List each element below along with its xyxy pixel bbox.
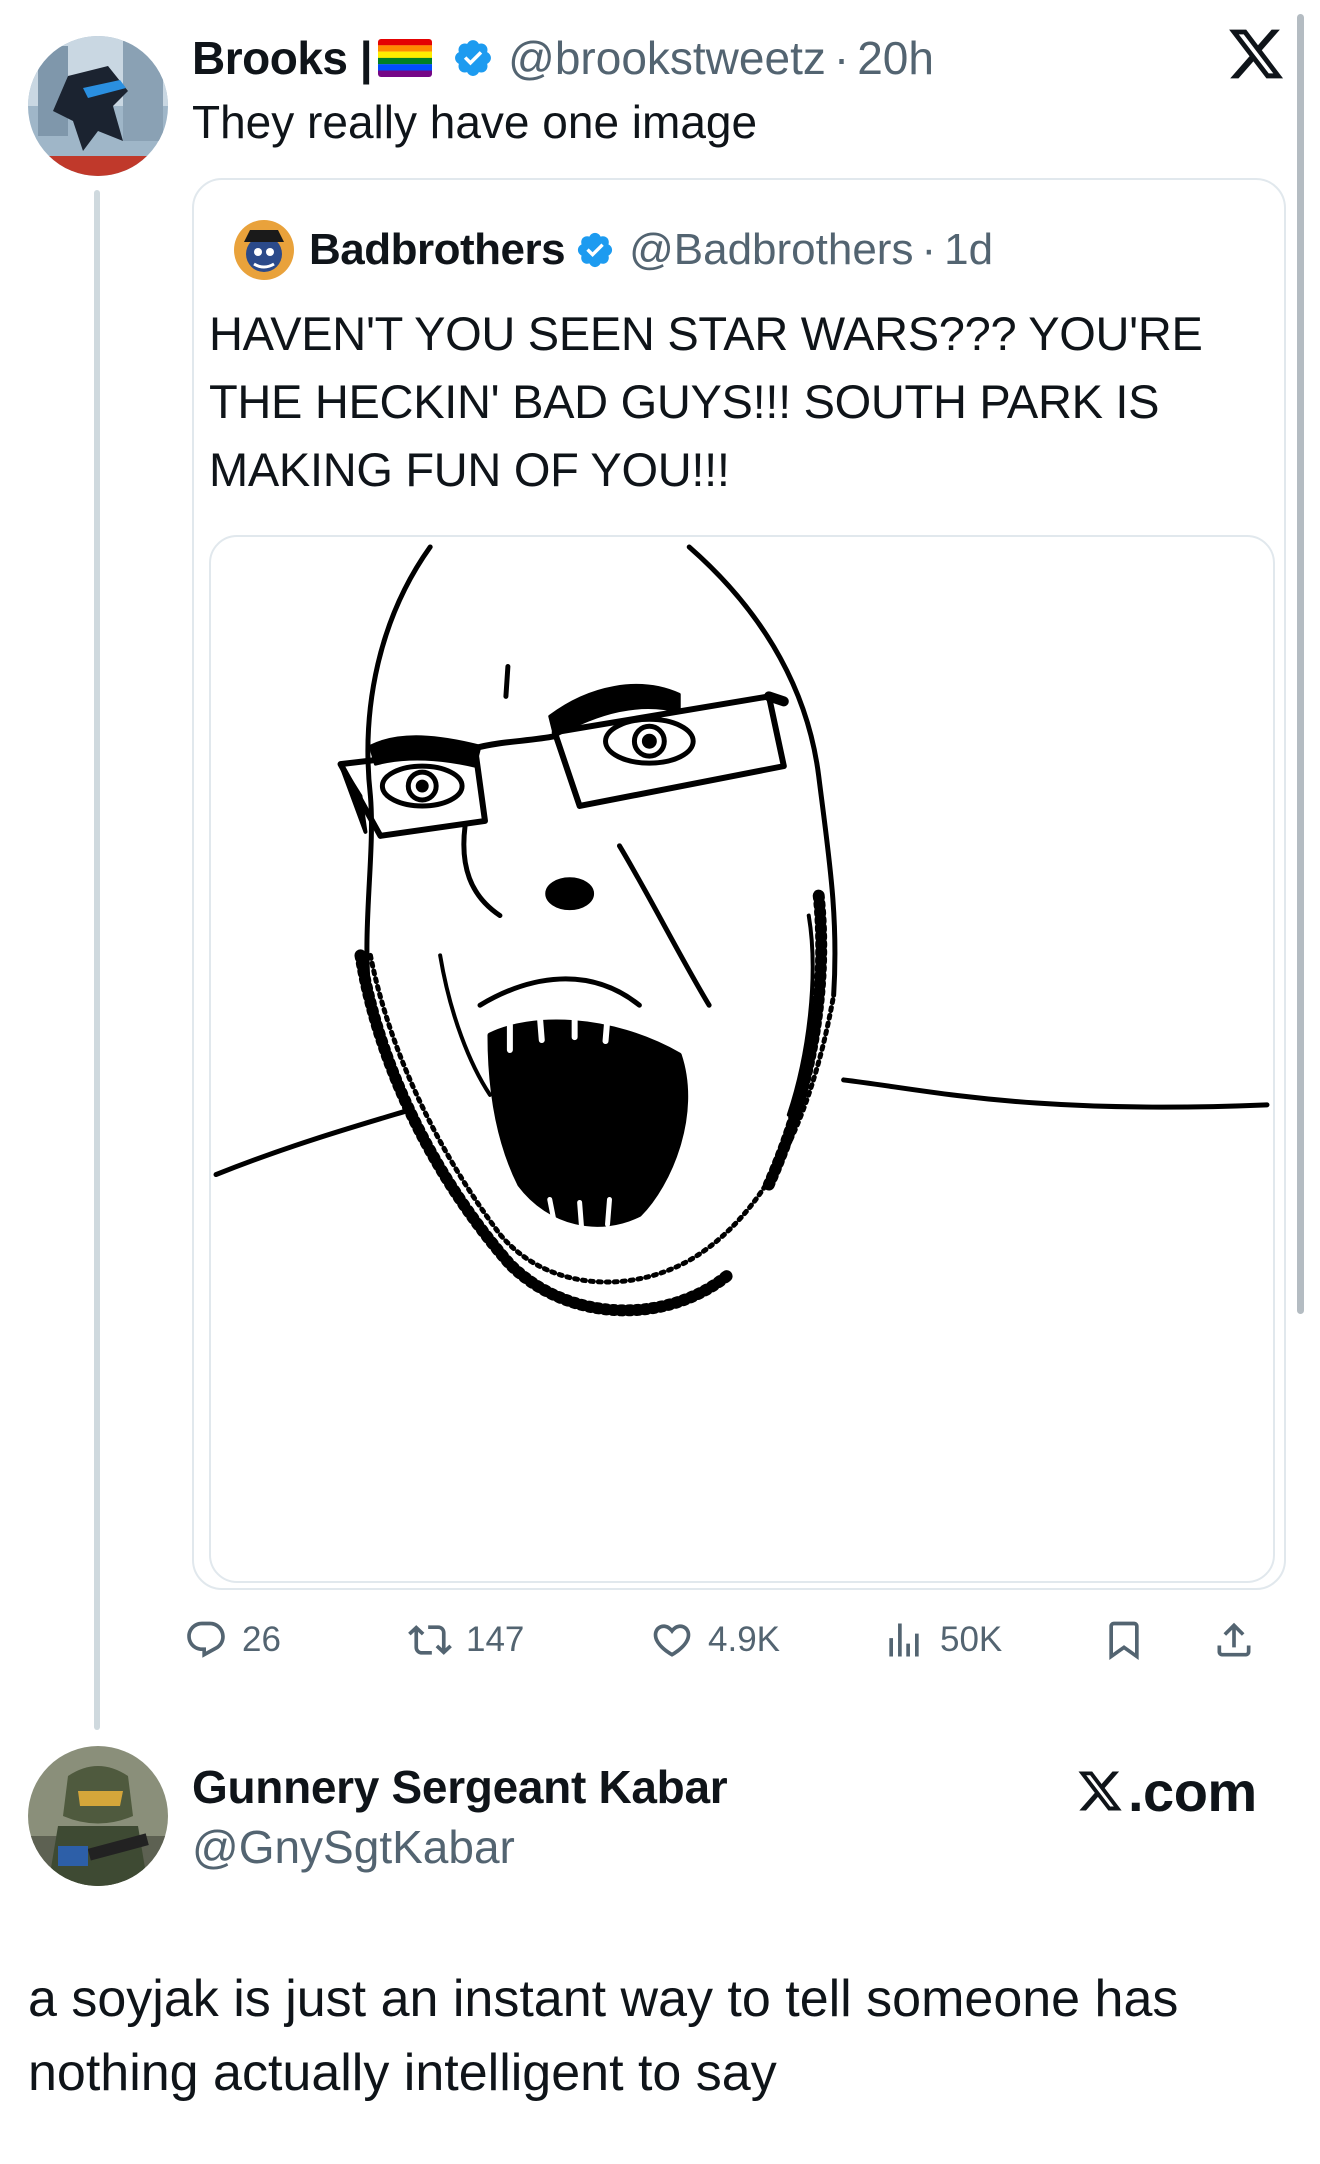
- repost-button[interactable]: 147: [408, 1608, 524, 1672]
- soyjak-meme-image[interactable]: [209, 535, 1275, 1583]
- rainbow-flag-icon: [378, 39, 433, 77]
- x-logo-icon: [1226, 24, 1286, 84]
- scrollbar[interactable]: [1297, 14, 1304, 1314]
- verified-badge-icon: [575, 230, 615, 270]
- tweet1-dot: ·: [833, 32, 850, 84]
- views-count: 50K: [940, 1620, 1003, 1659]
- share-icon: [1212, 1618, 1256, 1662]
- views-icon: [882, 1618, 926, 1662]
- bookmark-icon: [1102, 1618, 1146, 1662]
- views-button[interactable]: 50K: [882, 1608, 1002, 1672]
- tweet2-handle[interactable]: @GnySgtKabar: [192, 1820, 515, 1874]
- x-com-watermark: .com: [1076, 1756, 1257, 1826]
- thread-line: [94, 190, 100, 1730]
- quote-dot: ·: [921, 225, 937, 274]
- like-count: 4.9K: [708, 1620, 780, 1659]
- x-logo-icon: [1076, 1767, 1124, 1815]
- tweet1-header: Brooks | @brookstweetz · 20h: [192, 30, 934, 86]
- quote-header: Badbrothers @Badbrothers · 1d: [309, 222, 993, 278]
- badbrothers-avatar[interactable]: [234, 220, 294, 280]
- heart-icon: [650, 1618, 694, 1662]
- quote-author-name[interactable]: Badbrothers: [309, 225, 566, 275]
- x-com-label: .com: [1128, 1759, 1257, 1823]
- reply-count: 26: [242, 1620, 281, 1659]
- tweet1-handle[interactable]: @brookstweetz: [508, 31, 826, 85]
- tweet1-text: They really have one image: [192, 96, 758, 148]
- tweet2-text: a soyjak is just an instant way to tell …: [28, 1970, 1179, 2102]
- reply-button[interactable]: 26: [184, 1608, 281, 1672]
- quote-handle[interactable]: @Badbrothers: [629, 225, 913, 275]
- share-button[interactable]: [1212, 1608, 1270, 1672]
- tweet2-author-name[interactable]: Gunnery Sergeant Kabar: [192, 1760, 728, 1814]
- repost-icon: [408, 1618, 452, 1662]
- bookmark-button[interactable]: [1102, 1608, 1160, 1672]
- reply-icon: [184, 1618, 228, 1662]
- tweet1-action-bar: 26 147 4.9K 50K: [187, 1608, 1292, 1672]
- like-button[interactable]: 4.9K: [650, 1608, 780, 1672]
- tweet1-time[interactable]: 20h: [857, 31, 934, 85]
- quote-time[interactable]: 1d: [944, 225, 993, 275]
- quote-text: HAVEN'T YOU SEEN STAR WARS??? YOU'RE THE…: [209, 307, 1203, 496]
- tweet1-author-name[interactable]: Brooks |: [192, 31, 373, 85]
- verified-badge-icon: [452, 37, 494, 79]
- brooks-avatar[interactable]: [28, 36, 168, 176]
- kabar-avatar[interactable]: [28, 1746, 168, 1886]
- quoted-tweet-card[interactable]: Badbrothers @Badbrothers · 1d HAVEN'T YO…: [192, 178, 1286, 1590]
- repost-count: 147: [466, 1620, 525, 1659]
